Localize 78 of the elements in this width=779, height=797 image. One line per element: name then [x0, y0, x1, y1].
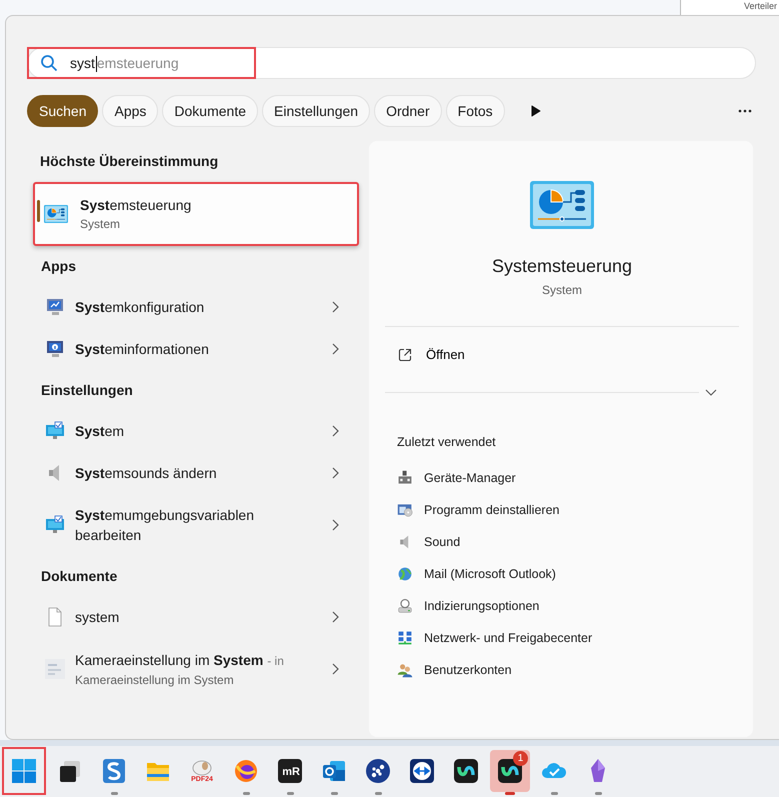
chevron-down-icon — [705, 389, 717, 396]
item-title: Systemsounds ändern — [75, 464, 218, 483]
item-title: Systeminformationen — [75, 340, 210, 359]
result-item[interactable]: Systemsounds ändern — [27, 452, 363, 494]
taskbar-button[interactable]: mR — [270, 750, 310, 792]
program-window-icon — [397, 502, 413, 518]
recent-item[interactable]: Programm deinstallieren — [385, 494, 739, 526]
recent-item[interactable]: Geräte-Manager — [385, 462, 739, 494]
control-panel-icon — [530, 181, 594, 229]
result-item[interactable]: Kameraeinstellung im System - in Kameraeinstellung im System — [27, 638, 363, 700]
result-item[interactable]: Systemumgebungsvariablen bearbeiten — [27, 494, 363, 556]
monitor-icon — [45, 515, 65, 535]
recent-heading: Zuletzt verwendet — [396, 434, 497, 450]
item-title: system — [75, 608, 120, 627]
recent-item[interactable]: Netzwerk- und Freigabecenter — [385, 622, 739, 654]
section-heading: Höchste Übereinstimmung — [39, 152, 220, 171]
result-item[interactable]: Systeminformationen — [27, 328, 363, 370]
start-button[interactable] — [2, 747, 46, 795]
result-item[interactable]: System — [27, 410, 363, 452]
play-icon — [530, 105, 541, 117]
chevron-right-icon — [331, 343, 339, 355]
item-subtitle: System — [80, 216, 122, 233]
task-view-icon — [57, 758, 83, 784]
chevron-right-icon — [331, 663, 339, 675]
more-icon — [738, 109, 752, 113]
result-item[interactable]: Systemkonfiguration — [27, 286, 363, 328]
wave-tile-icon — [453, 758, 479, 784]
item-title: Kameraeinstellung im System - in — [75, 650, 285, 670]
chevron-right-icon — [331, 301, 339, 313]
window-title: Verteiler — [680, 0, 779, 15]
chevron-right-icon — [331, 467, 339, 479]
monitor-icon — [45, 421, 65, 441]
open-external-icon — [398, 348, 412, 362]
item-title: Systemumgebungsvariablen bearbeiten — [75, 506, 256, 545]
recent-item[interactable]: Indizierungsoptionen — [385, 590, 739, 622]
image-icon — [45, 659, 65, 679]
recent-item[interactable]: Sound — [385, 526, 739, 558]
open-action[interactable]: Öffnen — [385, 340, 739, 370]
filter-chip[interactable]: Suchen — [27, 95, 98, 127]
item-title: System — [75, 422, 126, 441]
result-item[interactable]: system — [27, 596, 363, 638]
monitor-icon — [45, 339, 65, 359]
taskbar-button[interactable]: 1 — [490, 750, 530, 792]
detail-title: Systemsteuerung — [490, 255, 634, 278]
notification-badge: 1 — [513, 751, 528, 766]
users-icon — [397, 662, 413, 678]
filter-chip[interactable]: Fotos — [446, 95, 505, 127]
envelope-tile-icon — [321, 758, 347, 784]
filter-chip[interactable]: Apps — [102, 95, 158, 127]
section-heading: Apps — [40, 257, 77, 276]
tile-icon — [277, 758, 303, 784]
chevron-right-icon — [331, 425, 339, 437]
network-icon — [397, 630, 413, 646]
item-title: Systemsteuerung — [80, 196, 192, 215]
item-title: Systemkonfiguration — [75, 298, 206, 317]
device-icon — [397, 470, 413, 486]
windows-logo-icon — [11, 758, 37, 784]
detail-subtitle: System — [540, 282, 583, 298]
item-subtitle: Kameraeinstellung im System — [75, 672, 235, 688]
best-match-item[interactable]: Systemsteuerung System — [33, 182, 359, 246]
filter-chip[interactable]: Ordner — [374, 95, 442, 127]
filter-chip[interactable]: Einstellungen — [262, 95, 370, 127]
monitor-icon — [45, 297, 65, 317]
search-icon — [40, 54, 58, 72]
chevron-right-icon — [331, 519, 339, 531]
globe-icon — [397, 566, 413, 582]
control-panel-icon — [44, 205, 68, 223]
app-label: mR — [282, 764, 300, 780]
section-heading: Dokumente — [40, 567, 118, 586]
section-heading: Einstellungen — [40, 381, 134, 400]
filter-chip[interactable]: Dokumente — [162, 95, 258, 127]
s-tile-icon — [101, 758, 127, 784]
recent-item[interactable]: Mail (Microsoft Outlook) — [385, 558, 739, 590]
recent-item[interactable]: Benutzerkonten — [385, 654, 739, 686]
dots-circle-icon — [365, 758, 391, 784]
chevron-right-icon — [331, 611, 339, 623]
search-field[interactable]: systemsteuerung — [27, 47, 756, 79]
magnifier-drive-icon — [397, 598, 413, 614]
